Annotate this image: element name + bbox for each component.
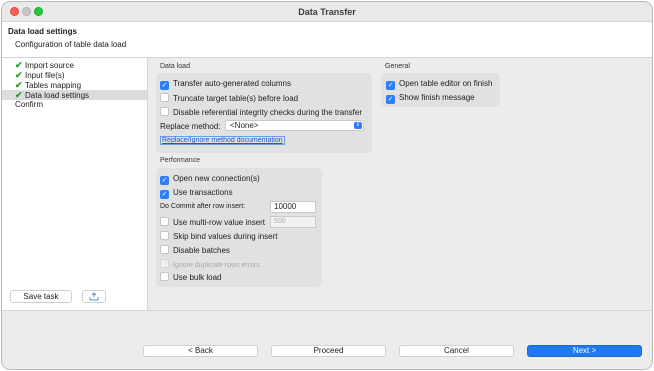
data-transfer-window: Data Transfer Data load settings Configu… xyxy=(1,1,653,370)
tray-icon[interactable] xyxy=(82,290,106,303)
sidebar-item-input-files[interactable]: ✔ Input file(s) xyxy=(2,70,147,80)
truncate-target-tables-checkbox[interactable]: Truncate target table(s) before load xyxy=(160,93,298,104)
option-label: Truncate target table(s) before load xyxy=(173,94,299,103)
wizard-footer: < Back Proceed Cancel Next > xyxy=(2,310,652,369)
replace-method-select[interactable]: <None> ⇕ xyxy=(225,120,364,131)
checkbox-checked-icon: ✓ xyxy=(386,81,395,90)
disable-referential-integrity-checkbox[interactable]: Disable referential integrity checks dur… xyxy=(160,107,362,118)
replace-method-docs-link[interactable]: Replace/Ignore method documentation xyxy=(160,136,285,145)
commit-after-row-insert-label: Do Commit after row insert: xyxy=(160,203,246,210)
option-label: Disable referential integrity checks dur… xyxy=(173,108,362,117)
section-title-performance: Performance xyxy=(160,157,201,164)
option-label: Use bulk load xyxy=(173,273,222,282)
option-label: Use transactions xyxy=(173,188,233,197)
skip-bind-values-checkbox[interactable]: Skip bind values during insert xyxy=(160,231,278,242)
commit-after-row-insert-input[interactable]: 10000 xyxy=(270,201,316,213)
checkbox-checked-icon: ✓ xyxy=(386,95,395,104)
multi-row-value-insert-checkbox[interactable]: Use multi-row value insert xyxy=(160,217,265,228)
show-finish-message-checkbox[interactable]: ✓ Show finish message xyxy=(386,93,475,104)
settings-panel: Data load ✓ Transfer auto-generated colum… xyxy=(150,58,652,310)
disable-batches-checkbox[interactable]: Disable batches xyxy=(160,245,230,256)
checkbox-checked-icon: ✓ xyxy=(160,176,169,185)
sidebar-item-tables-mapping[interactable]: ✔ Tables mapping xyxy=(2,80,147,90)
back-button[interactable]: < Back xyxy=(143,345,258,357)
page-title: Data load settings xyxy=(8,27,77,36)
checkbox-checked-icon: ✓ xyxy=(160,81,169,90)
checkbox-unchecked-icon xyxy=(160,231,169,240)
checkbox-unchecked-icon xyxy=(160,245,169,254)
use-transactions-checkbox[interactable]: ✓ Use transactions xyxy=(160,188,233,199)
next-button[interactable]: Next > xyxy=(527,345,642,357)
footer-divider xyxy=(2,310,652,311)
option-label: Open new connection(s) xyxy=(173,174,260,183)
open-new-connections-checkbox[interactable]: ✓ Open new connection(s) xyxy=(160,174,260,185)
checkbox-disabled-icon xyxy=(160,259,169,268)
section-title-general: General xyxy=(385,63,410,70)
replace-method-label: Replace method: xyxy=(160,122,221,131)
checkbox-unchecked-icon xyxy=(160,272,169,281)
option-label: Disable batches xyxy=(173,246,230,255)
section-title-data-load: Data load xyxy=(160,63,190,70)
option-label: Ignore duplicate rows errors xyxy=(173,262,260,269)
wizard-steps-sidebar: ✔ Import source ✔ Input file(s) ✔ Tables ma… xyxy=(2,58,148,310)
checkbox-checked-icon: ✓ xyxy=(160,190,169,199)
page-subtitle: Configuration of table data load xyxy=(15,40,127,49)
transfer-auto-generated-columns-checkbox[interactable]: ✓ Transfer auto-generated columns xyxy=(160,79,291,90)
sidebar-item-import-source[interactable]: ✔ Import source xyxy=(2,60,147,70)
checkmark-icon: ✔ xyxy=(15,80,23,90)
option-label: Show finish message xyxy=(399,93,475,102)
checkbox-unchecked-icon xyxy=(160,93,169,102)
multi-row-value-input[interactable]: 500 xyxy=(270,216,316,228)
checkbox-unchecked-icon xyxy=(160,107,169,116)
option-label: Skip bind values during insert xyxy=(173,232,278,241)
title-bar: Data Transfer xyxy=(2,2,652,22)
open-table-editor-checkbox[interactable]: ✓ Open table editor on finish xyxy=(386,79,492,90)
use-bulk-load-checkbox[interactable]: Use bulk load xyxy=(160,272,221,283)
option-label: Use multi-row value insert xyxy=(173,218,266,227)
checkmark-icon: ✔ xyxy=(15,90,23,100)
chevron-updown-icon: ⇕ xyxy=(354,122,362,129)
checkmark-icon: ✔ xyxy=(15,60,23,70)
option-label: Open table editor on finish xyxy=(399,79,493,88)
sidebar-item-data-load-settings[interactable]: ✔ Data load settings xyxy=(2,90,147,100)
replace-method-value: <None> xyxy=(230,121,259,130)
proceed-button[interactable]: Proceed xyxy=(271,345,386,357)
page-header: Data load settings Configuration of tabl… xyxy=(2,22,652,58)
checkbox-unchecked-icon xyxy=(160,217,169,226)
cancel-button[interactable]: Cancel xyxy=(399,345,514,357)
sidebar-item-label: Confirm xyxy=(15,100,44,109)
save-task-button[interactable]: Save task xyxy=(10,290,72,303)
window-title: Data Transfer xyxy=(298,7,356,17)
option-label: Transfer auto-generated columns xyxy=(173,79,291,88)
checkmark-icon: ✔ xyxy=(15,70,23,80)
ignore-duplicate-rows-checkbox: Ignore duplicate rows errors xyxy=(160,259,260,271)
sidebar-item-confirm[interactable]: Confirm xyxy=(2,100,147,110)
